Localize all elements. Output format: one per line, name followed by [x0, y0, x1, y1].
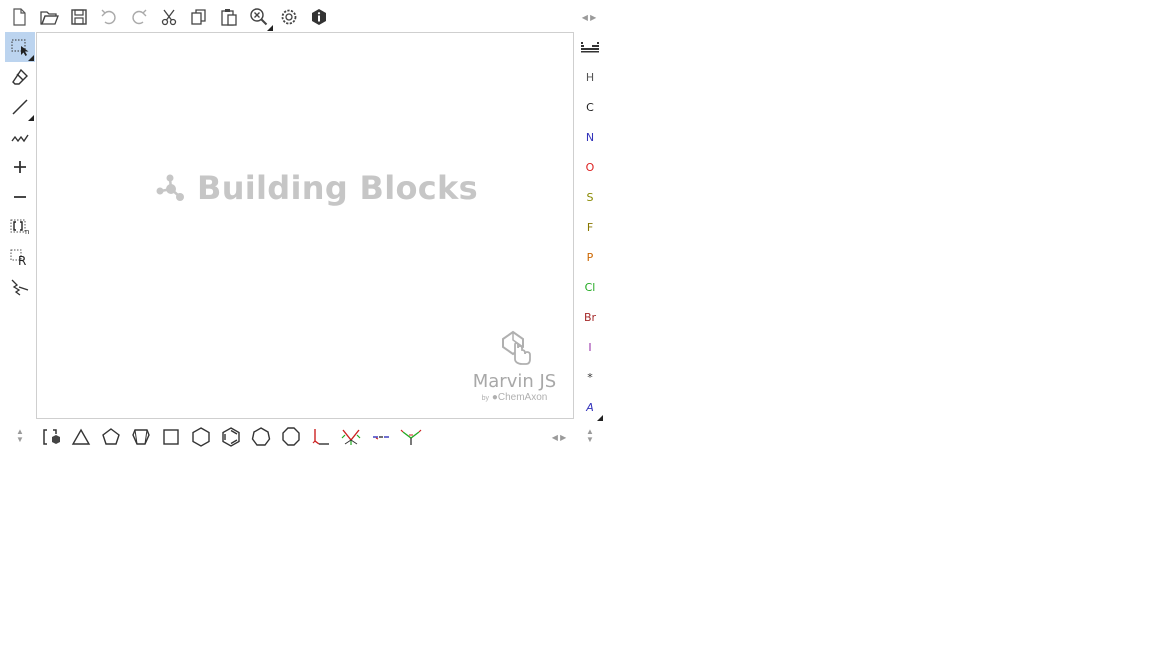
element-button-h[interactable]: H	[576, 62, 604, 92]
element-button-cl[interactable]: Cl	[576, 272, 604, 302]
drawing-canvas[interactable]: Building Blocks Marvin JS by ●ChemAxon	[36, 32, 574, 419]
eraser-icon[interactable]	[5, 62, 35, 92]
element-button-s[interactable]: S	[576, 182, 604, 212]
settings-gear-icon[interactable]	[274, 2, 304, 32]
element-button-br[interactable]: Br	[576, 302, 604, 332]
chair-conformation-icon[interactable]	[306, 422, 336, 452]
right-toolbar: H C N O S F P Cl Br I * A	[576, 32, 604, 422]
periodic-table-icon[interactable]	[576, 32, 604, 62]
element-button-f[interactable]: F	[576, 212, 604, 242]
marvin-hand-icon	[501, 330, 531, 365]
benzene-icon[interactable]	[216, 422, 246, 452]
element-button-n[interactable]: N	[576, 122, 604, 152]
save-icon[interactable]	[64, 2, 94, 32]
marvin-by-word: by	[481, 395, 490, 402]
vertical-scroll-arrows-left[interactable]: ▲ ▼	[8, 426, 32, 446]
naphthalene-template-icon[interactable]	[366, 422, 396, 452]
bicyclic-template-icon[interactable]	[336, 422, 366, 452]
top-toolbar	[4, 2, 576, 32]
cut-icon[interactable]	[154, 2, 184, 32]
element-button-i[interactable]: I	[576, 332, 604, 362]
watermark-text: Building Blocks	[197, 169, 478, 207]
horizontal-scroll-arrows[interactable]: ◀ ▶	[576, 8, 602, 26]
new-document-icon[interactable]	[4, 2, 34, 32]
cyclopentane-icon[interactable]	[96, 422, 126, 452]
svg-text:R: R	[18, 254, 26, 267]
element-button-c[interactable]: C	[576, 92, 604, 122]
building-blocks-watermark: Building Blocks	[153, 169, 478, 207]
cyclopentane-house-icon[interactable]	[126, 422, 156, 452]
left-toolbar: n R	[4, 32, 36, 422]
chain-icon[interactable]	[5, 122, 35, 152]
cycloheptane-icon[interactable]	[246, 422, 276, 452]
undo-icon[interactable]	[94, 2, 124, 32]
redo-icon[interactable]	[124, 2, 154, 32]
template-library-icon[interactable]	[36, 422, 66, 452]
reaction-arrow-icon[interactable]	[5, 272, 35, 302]
element-button-p[interactable]: P	[576, 242, 604, 272]
open-folder-icon[interactable]	[34, 2, 64, 32]
chemaxon-text: ChemAxon	[497, 392, 548, 403]
copy-icon[interactable]	[184, 2, 214, 32]
marvin-js-logo: Marvin JS by ●ChemAxon	[467, 327, 562, 407]
element-button-any[interactable]: *	[576, 362, 604, 392]
cyclobutane-icon[interactable]	[156, 422, 186, 452]
molecule-icon	[156, 174, 184, 201]
svg-text:n: n	[25, 228, 29, 236]
rgroup-icon[interactable]: R	[5, 242, 35, 272]
cyclopropane-icon[interactable]	[66, 422, 96, 452]
zoom-icon[interactable]	[244, 2, 274, 32]
increase-charge-icon[interactable]	[5, 152, 35, 182]
bracket-sgroup-icon[interactable]: n	[5, 212, 35, 242]
info-icon[interactable]	[304, 2, 334, 32]
rectangle-select-icon[interactable]	[5, 32, 35, 62]
cyclohexane-icon[interactable]	[186, 422, 216, 452]
element-button-a[interactable]: A	[576, 392, 604, 422]
paste-icon[interactable]	[214, 2, 244, 32]
marvin-byline: by ●ChemAxon	[467, 392, 562, 405]
single-bond-icon[interactable]	[5, 92, 35, 122]
cyclooctane-icon[interactable]	[276, 422, 306, 452]
element-button-o[interactable]: O	[576, 152, 604, 182]
vertical-scroll-arrows-right[interactable]: ▲ ▼	[578, 426, 602, 446]
decrease-charge-icon[interactable]	[5, 182, 35, 212]
bottom-toolbar	[36, 422, 576, 452]
marvin-title: Marvin JS	[472, 371, 557, 392]
horizontal-scroll-arrows-bottom[interactable]: ◀ ▶	[546, 430, 572, 444]
cyclopropyl-template-icon[interactable]	[396, 422, 426, 452]
